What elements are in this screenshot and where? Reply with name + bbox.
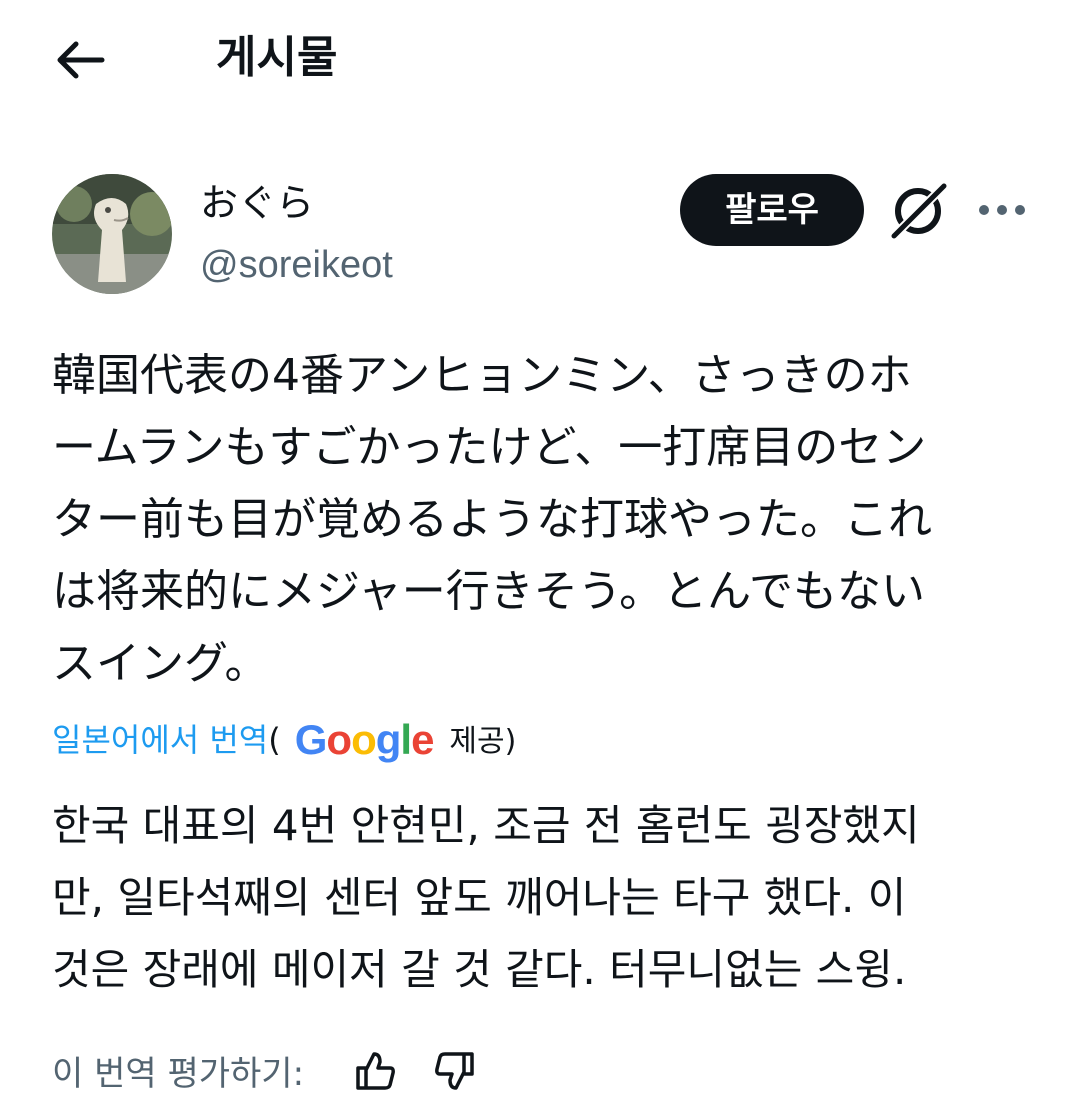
tweet-text: 韓国代表の4番アンヒョンミン、さっきのホ ームランもすごかったけど、一打席目のセ… — [52, 340, 1028, 700]
thumbs-down-icon[interactable] — [432, 1048, 478, 1094]
post-detail-page: 게시물 おぐら @soreikeot 팔로우 韓国代表の4番アンヒョンミン、さっ… — [0, 0, 1080, 1120]
translated-text: 한국 대표의 4번 안현민, 조금 전 홈런도 굉장했지 만, 일타석째의 센터… — [52, 790, 1028, 1006]
rate-translation-label: 이 번역 평가하기: — [52, 1054, 305, 1094]
rate-translation-row: 이 번역 평가하기: — [52, 1042, 652, 1106]
arrow-left-icon[interactable] — [52, 34, 108, 86]
translated-line: 만, 일타석째의 센터 앞도 깨어나는 타구 했다. 이 — [52, 873, 907, 922]
author-display-name[interactable]: おぐら — [200, 178, 314, 228]
grok-icon[interactable] — [888, 180, 950, 242]
translated-from-link[interactable]: 일본어에서 번역 — [52, 721, 268, 759]
translated-line: 것은 장래에 메이저 갈 것 같다. 터무니없는 스윙. — [52, 945, 907, 994]
avatar[interactable] — [52, 174, 172, 294]
translation-attribution: 일본어에서 번역( Google 제공) — [52, 710, 752, 770]
tweet-line: ームランもすごかったけど、一打席目のセン — [52, 422, 927, 473]
provided-label: 제공) — [449, 724, 517, 759]
tweet-line: ター前も目が覚めるような打球やった。これ — [52, 494, 932, 545]
top-bar: 게시물 — [0, 0, 1080, 120]
google-logo: Google — [294, 716, 435, 763]
tweet-line: は将来的にメジャー行きそう。とんでもない — [52, 566, 925, 617]
follow-button[interactable]: 팔로우 — [680, 174, 864, 246]
thumbs-up-icon[interactable] — [352, 1048, 398, 1094]
tweet-line: スイング。 — [52, 638, 269, 689]
tweet-line: 韓国代表の4番アンヒョンミン、さっきのホ — [52, 350, 912, 401]
author-handle[interactable]: @soreikeot — [200, 240, 393, 290]
page-title: 게시물 — [216, 32, 338, 83]
translated-line: 한국 대표의 4번 안현민, 조금 전 홈런도 굉장했지 — [52, 801, 920, 850]
more-horizontal-icon[interactable] — [976, 196, 1028, 224]
open-paren: ( — [268, 721, 281, 759]
